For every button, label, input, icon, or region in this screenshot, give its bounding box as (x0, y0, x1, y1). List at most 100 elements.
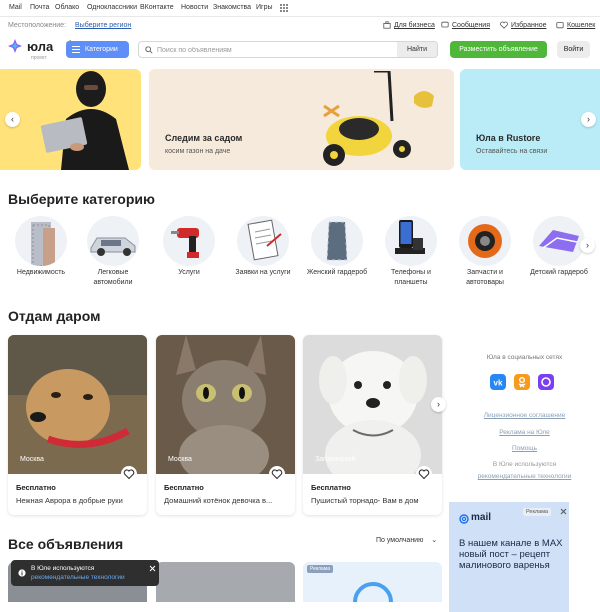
wallet-link[interactable]: Кошелек (567, 22, 595, 29)
login-button[interactable]: Войти (557, 41, 590, 58)
ok-icon[interactable] (514, 374, 530, 390)
recommendation-toast: В Юле используются рекомендательные техн… (11, 560, 159, 586)
nav-link-news[interactable]: Новости (181, 4, 208, 11)
ad-brand: mail (471, 512, 492, 523)
free-item-card[interactable]: Москва Бесплатно Нежная Аврора в добрые … (8, 335, 147, 515)
search-input[interactable] (157, 44, 397, 56)
categories-button[interactable]: Категории (66, 41, 129, 58)
wallet-icon (556, 22, 564, 29)
listing-card-photo[interactable]: Реклама (303, 562, 442, 602)
nav-link-cloud[interactable]: Облако (55, 4, 79, 11)
max-icon[interactable] (538, 374, 554, 390)
item-location: Москва (20, 456, 44, 463)
item-photo (8, 335, 147, 474)
favorite-button[interactable] (121, 466, 137, 482)
category-item-cars[interactable]: Легковые автомобили (78, 216, 148, 288)
logo-star-icon[interactable] (8, 39, 22, 53)
search-button[interactable]: Найти (397, 42, 437, 57)
categories-button-label: Категории (85, 46, 118, 53)
post-ad-button[interactable]: Разместить объявление (450, 41, 547, 58)
help-link[interactable]: Помощь (462, 445, 587, 452)
listing-card-photo[interactable] (156, 562, 295, 602)
categories-next-button[interactable]: › (580, 238, 595, 253)
favorite-button[interactable] (269, 466, 285, 482)
category-label: Телефоны и планшеты (391, 269, 431, 286)
categories-heading: Выберите категорию (8, 191, 155, 207)
nav-link-dating[interactable]: Знакомства (213, 4, 251, 11)
category-item-services[interactable]: Услуги (154, 216, 224, 278)
heart-icon (500, 21, 508, 29)
category-item-requests[interactable]: Заявки на услуги (228, 216, 298, 278)
clothes-icon (533, 216, 585, 266)
item-title[interactable]: Пушистый торнадо- Вам в дом (311, 496, 439, 505)
free-item-card[interactable]: Загорянский Бесплатно Пушистый торнадо- … (303, 335, 442, 515)
messages-link[interactable]: Сообщения (452, 22, 490, 29)
ads-link[interactable]: Реклама на Юле (462, 429, 587, 436)
banner-3-subtitle: Оставайтесь на связи (476, 148, 548, 155)
search-icon (145, 46, 153, 54)
promo-graphic (353, 582, 393, 602)
chevron-right-icon: › (437, 399, 440, 409)
favorite-button[interactable] (416, 466, 432, 482)
close-icon[interactable] (560, 508, 567, 515)
nav-link-ok[interactable]: Одноклассники (87, 4, 137, 11)
category-label: Легковые автомобили (93, 269, 133, 286)
carousel-prev-button[interactable]: ‹ (5, 112, 20, 127)
nav-link-games[interactable]: Игры (256, 4, 273, 11)
promo-banner-3[interactable]: Юла в Rustore Оставайтесь на связи (460, 69, 600, 170)
free-next-button[interactable]: › (431, 397, 446, 412)
nav-link-pochta[interactable]: Почта (30, 4, 49, 11)
location-bar: Местоположение: Выберите регион Для бизн… (0, 17, 600, 46)
briefcase-icon (383, 21, 391, 29)
toast-link[interactable]: рекомендательные технологии (31, 574, 125, 581)
menu-icon (72, 46, 80, 53)
item-location: Москва (168, 456, 192, 463)
logo-text[interactable]: юла (27, 39, 53, 54)
promo-banner-2[interactable]: Следим за садом косим газон на даче (149, 69, 454, 170)
tech-link[interactable]: рекомендательные технологии (462, 473, 587, 480)
carousel-next-button[interactable]: › (581, 112, 596, 127)
chevron-right-icon: › (587, 114, 590, 124)
favorites-link[interactable]: Избранное (511, 22, 546, 29)
banner-2-subtitle: косим газон на даче (165, 148, 231, 155)
building-icon (15, 216, 67, 266)
ad-badge: Реклама (307, 565, 334, 573)
heart-icon (123, 469, 135, 480)
lawnmower-illustration (323, 71, 434, 166)
chevron-left-icon: ‹ (11, 114, 14, 124)
ad-text: В нашем канале в MAX новый пост – рецепт… (459, 538, 563, 571)
sort-select[interactable]: По умолчанию ⌄ (376, 536, 437, 544)
item-photo (303, 335, 442, 474)
tire-icon (459, 216, 511, 266)
ad-banner[interactable]: mail Реклама В нашем канале в MAX новый … (449, 502, 569, 612)
promo-carousel: Следим за садом косим газон на даче Юла … (0, 69, 600, 171)
ad-badge: Реклама (523, 508, 552, 516)
item-price: Бесплатно (16, 483, 56, 492)
business-link[interactable]: Для бизнеса (394, 22, 435, 29)
region-select[interactable]: Выберите регион (75, 22, 131, 29)
close-icon[interactable] (149, 565, 156, 572)
toast-text: В Юле используются (31, 565, 95, 572)
car-icon (87, 216, 139, 266)
category-item-realty[interactable]: Недвижимость (6, 216, 76, 278)
promo-banner-1[interactable] (0, 69, 141, 170)
chevron-down-icon: ⌄ (431, 537, 438, 544)
free-item-card[interactable]: Москва Бесплатно Домашний котёнок девочк… (156, 335, 295, 515)
all-ads-heading: Все объявления (8, 536, 124, 552)
nav-link-mail[interactable]: Mail (9, 4, 22, 11)
item-title[interactable]: Нежная Аврора в добрые руки (16, 496, 144, 505)
banner-3-title: Юла в Rustore (476, 133, 541, 143)
category-label: Заявки на услуги (235, 269, 291, 276)
heart-icon (418, 469, 430, 480)
category-item-phones[interactable]: Телефоны и планшеты (376, 216, 446, 288)
item-title[interactable]: Домашний котёнок девочка в... (164, 496, 292, 505)
license-link[interactable]: Лицензионное соглашение (462, 412, 587, 419)
logo-subtitle: проект (31, 55, 47, 61)
phone-icon (385, 216, 437, 266)
category-item-women-clothes[interactable]: Женский гардероб (302, 216, 372, 278)
svg-text:vk: vk (494, 379, 503, 388)
nav-link-vk[interactable]: ВКонтакте (140, 4, 174, 11)
vk-icon[interactable]: vk (490, 374, 506, 390)
apps-grid-icon[interactable] (280, 4, 288, 12)
category-item-autoparts[interactable]: Запчасти и автотовары (450, 216, 520, 288)
